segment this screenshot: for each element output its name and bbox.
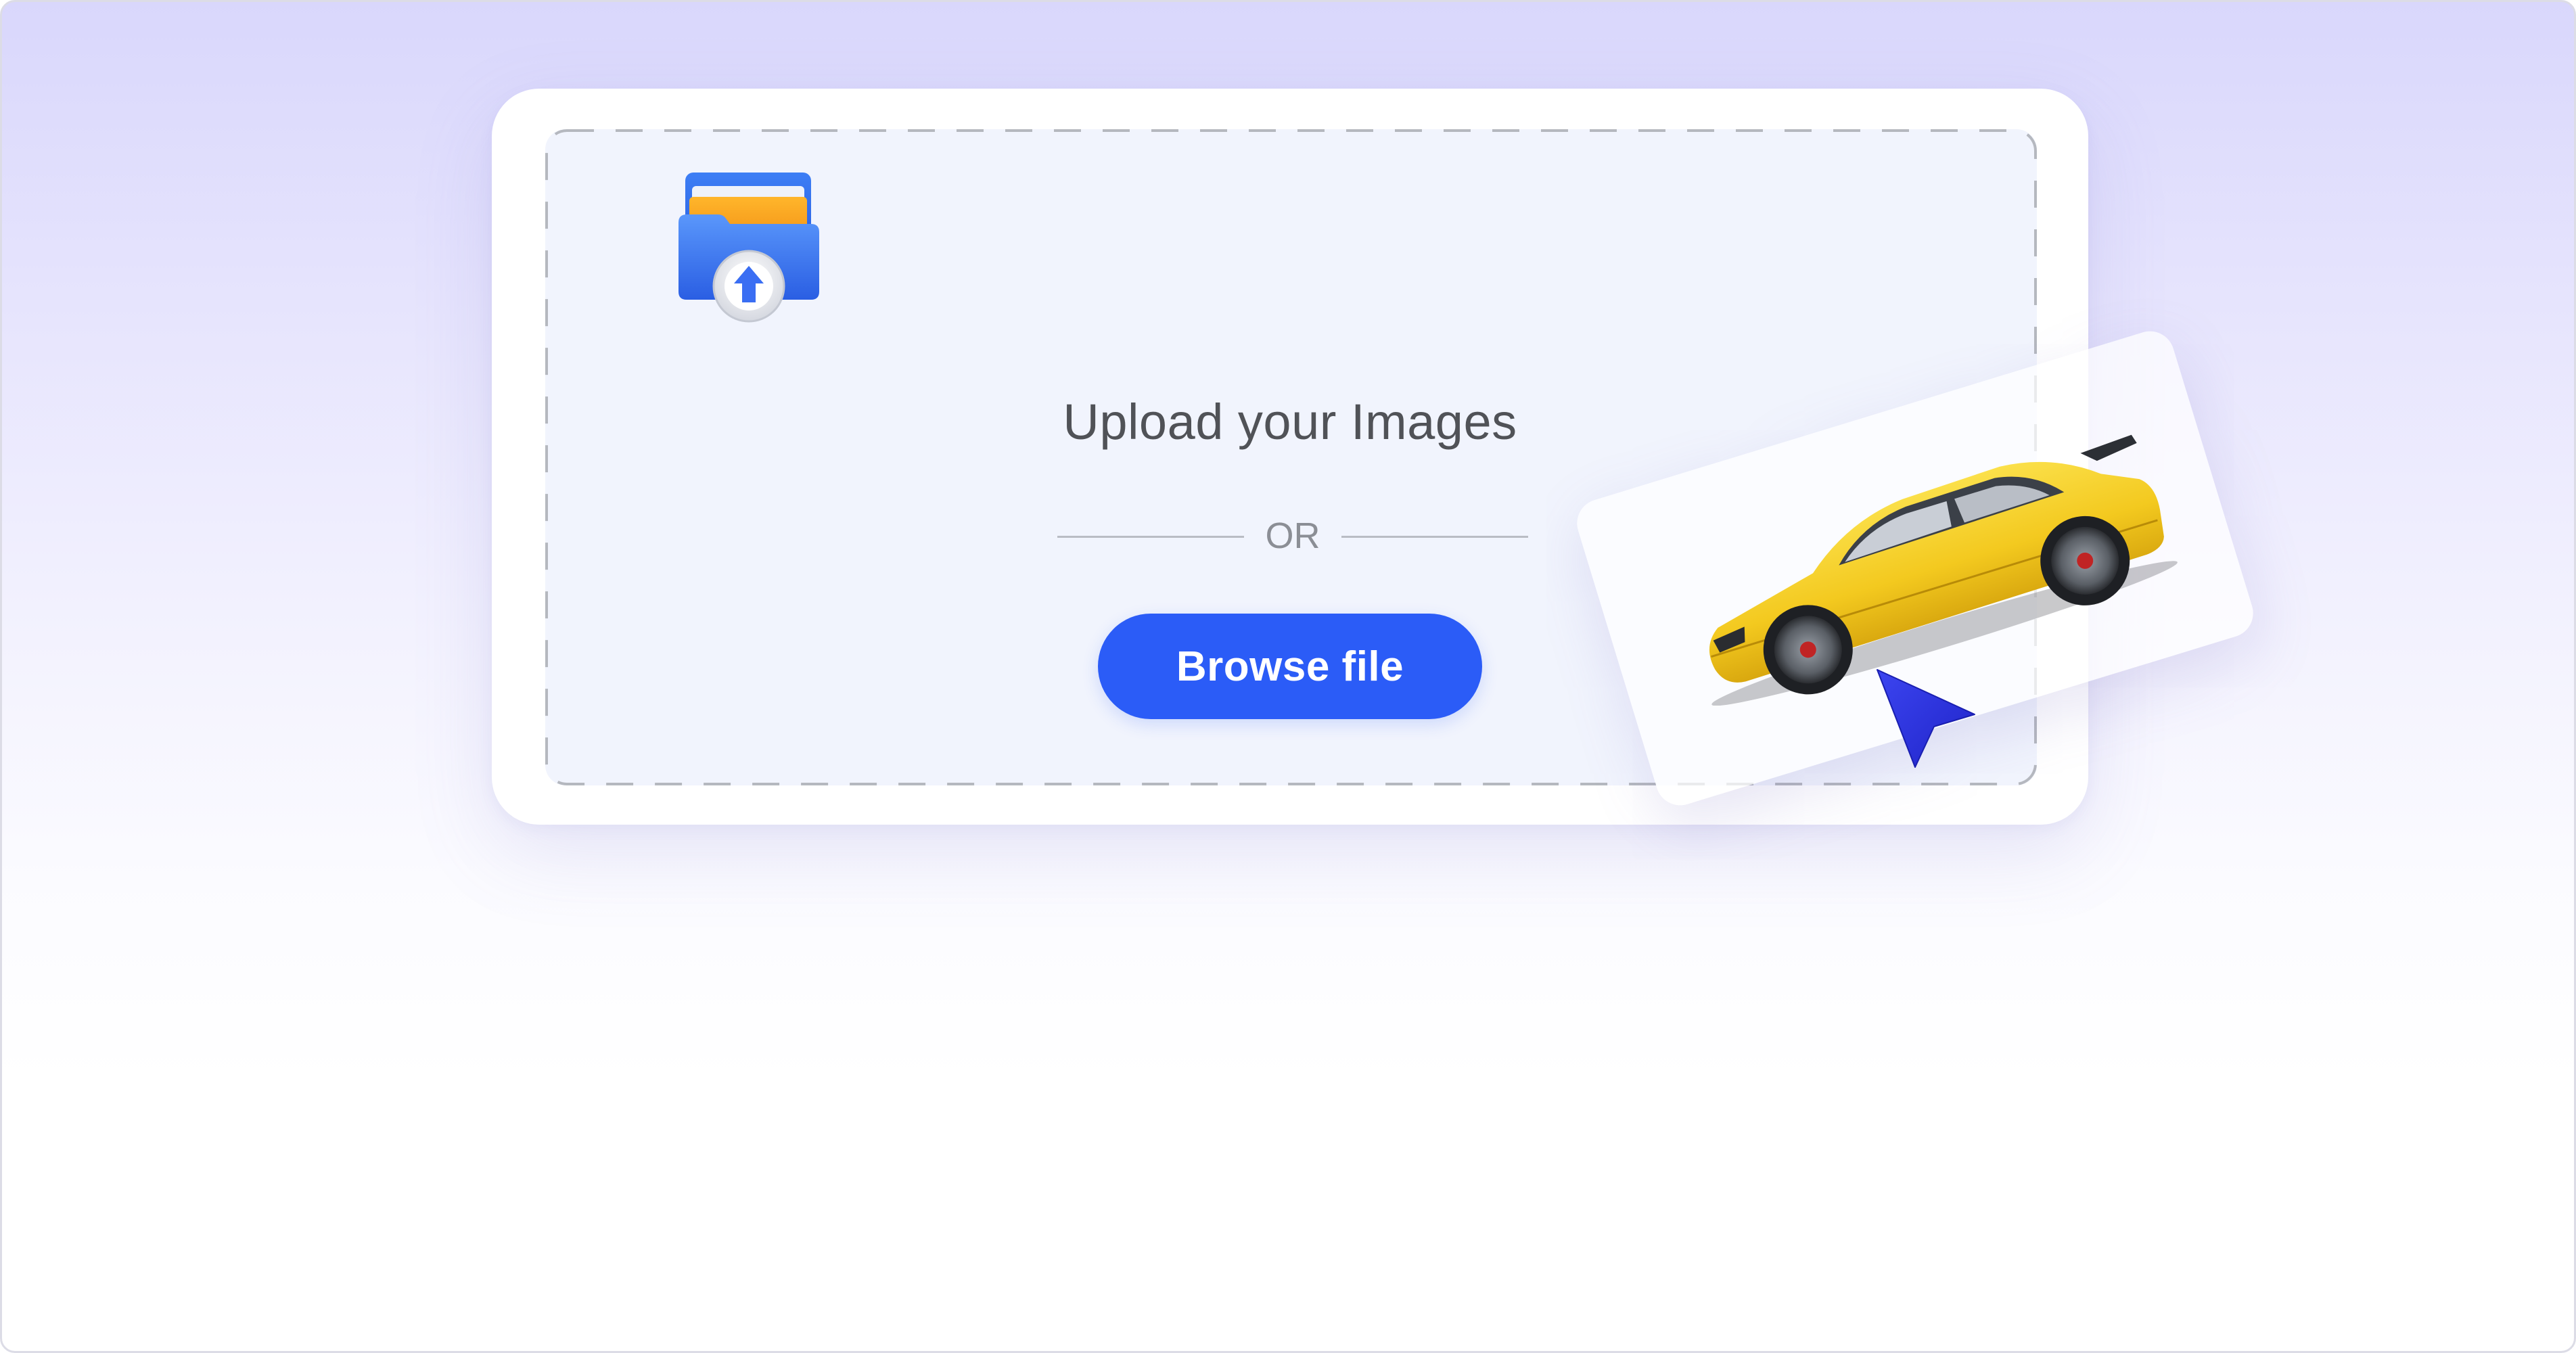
folder-upload-icon (678, 170, 821, 324)
browse-file-button[interactable]: Browse file (1098, 614, 1482, 719)
divider-line-left (1057, 536, 1244, 538)
divider-line-right (1341, 536, 1528, 538)
cursor-arrow-icon (1869, 662, 1984, 777)
page-background: Upload your Images OR Browse file (0, 0, 2576, 1353)
divider-text: OR (1265, 515, 1320, 556)
